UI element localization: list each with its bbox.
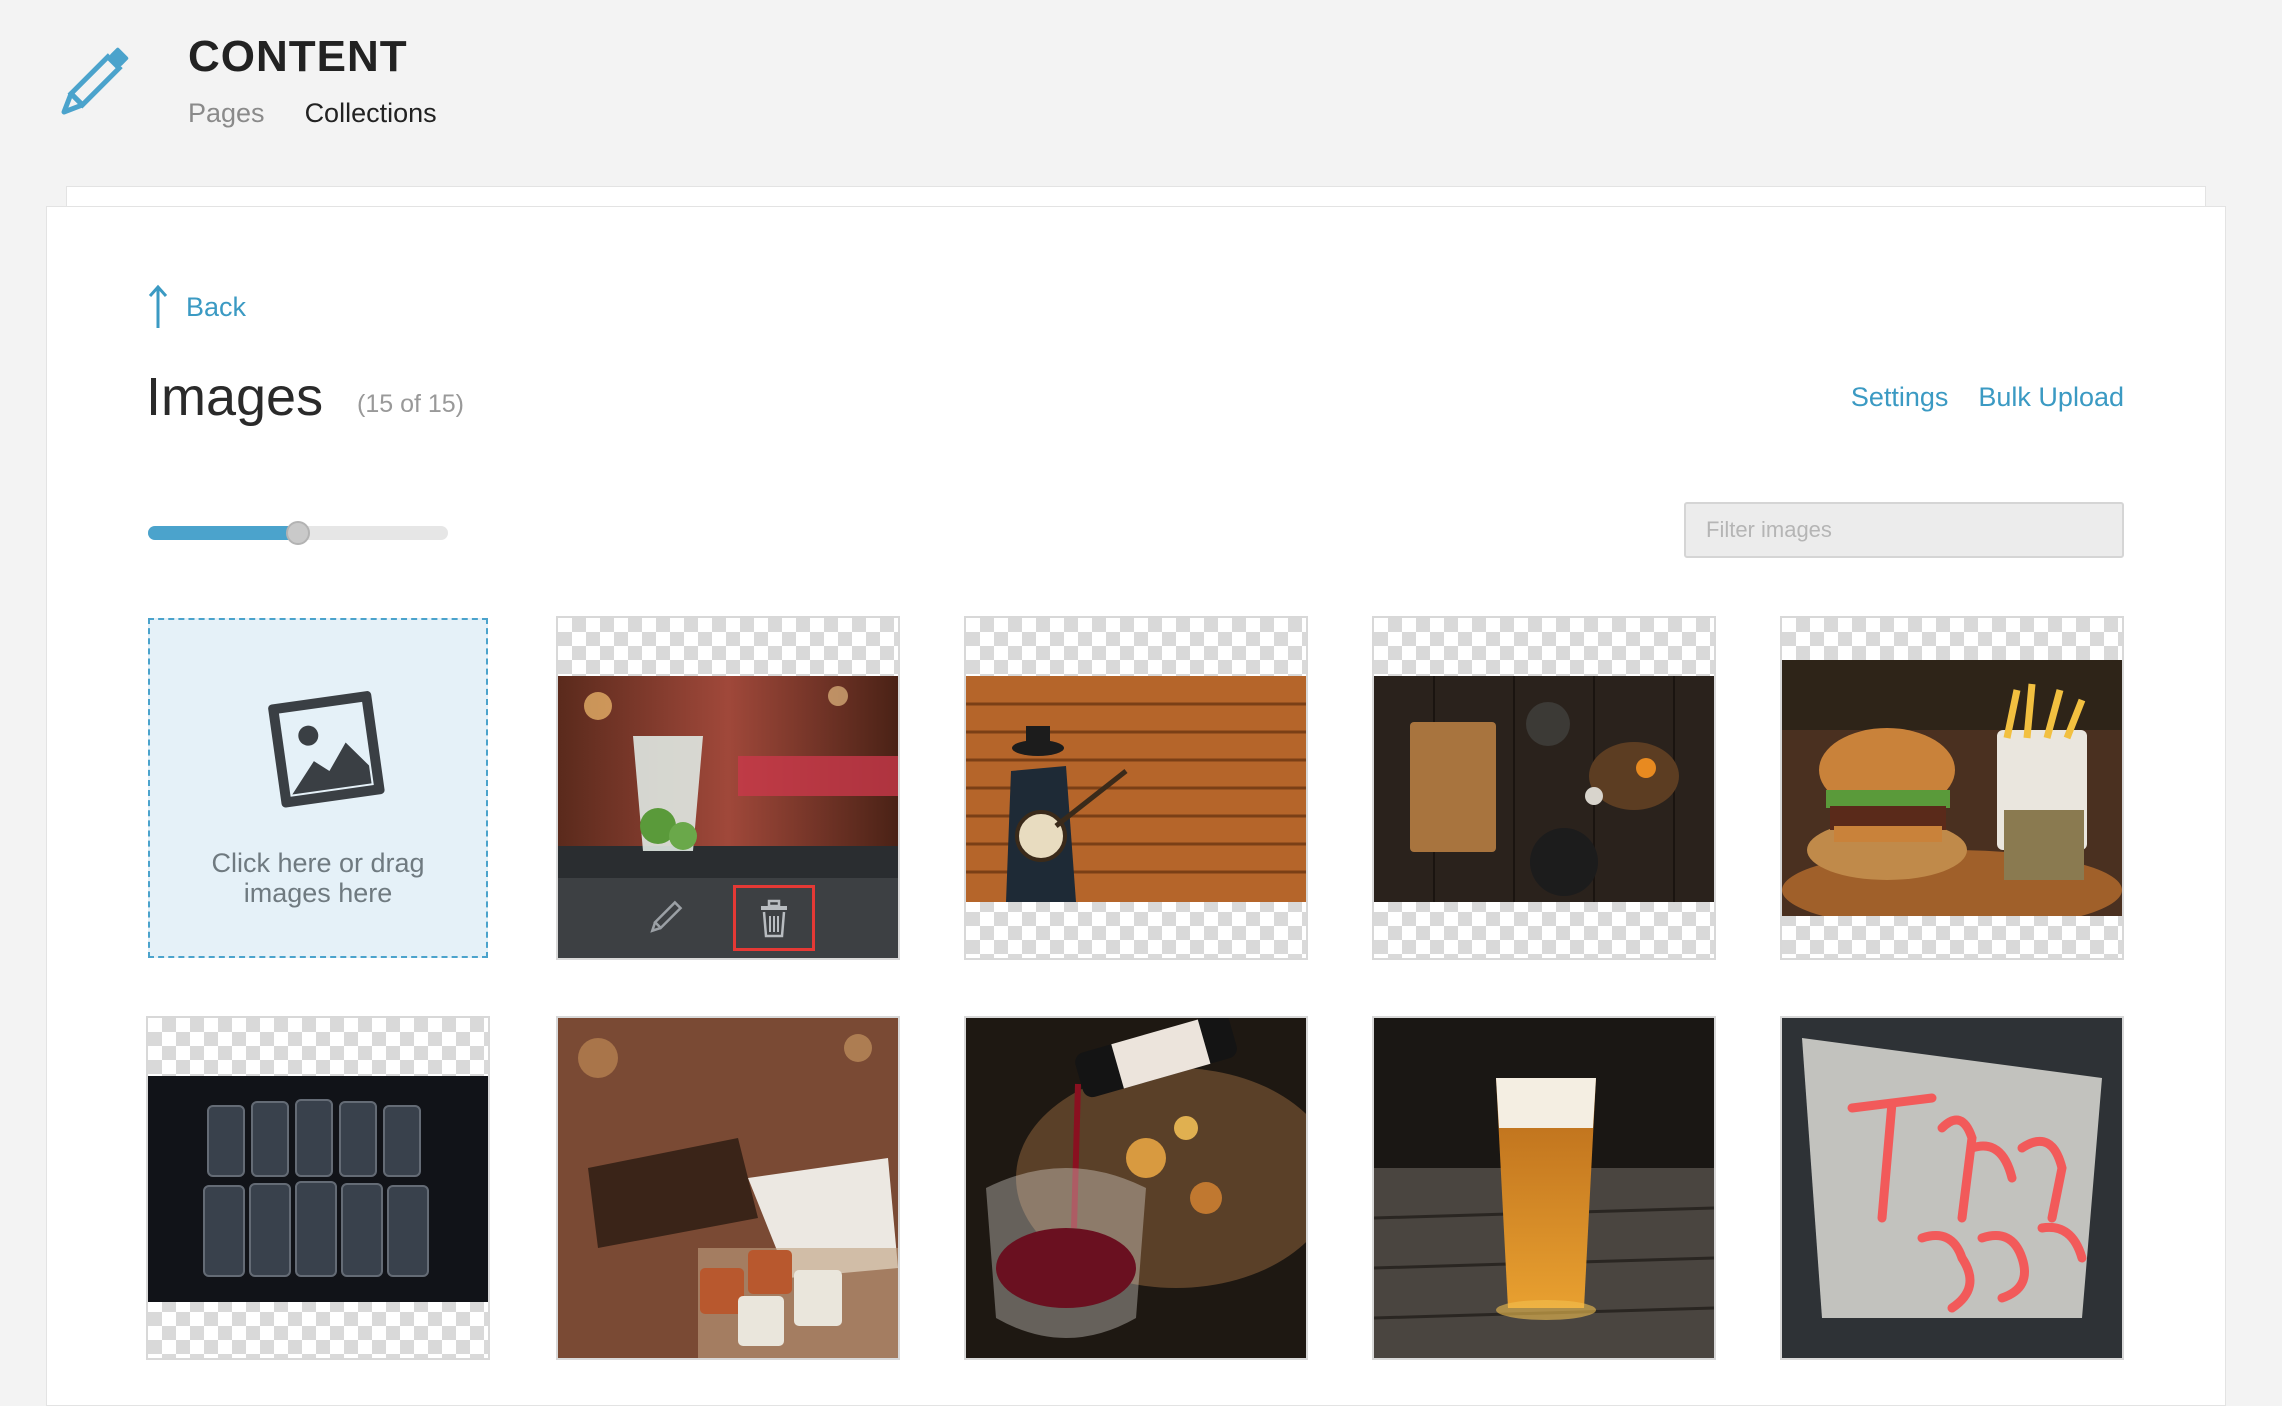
image-tile[interactable] (964, 616, 1308, 960)
image-tile[interactable] (1372, 616, 1716, 960)
image-tile[interactable] (1780, 1016, 2124, 1360)
arrow-up-icon (148, 284, 168, 328)
filter-images-input[interactable] (1684, 502, 2124, 558)
image-tile[interactable] (556, 1016, 900, 1360)
image-thumbnail-wine (966, 1018, 1306, 1358)
edit-image-button[interactable] (641, 894, 689, 942)
app-title: CONTENT (188, 32, 408, 81)
header-tabs: Pages Collections (188, 98, 437, 129)
image-thumbnail-neon (1782, 1018, 2122, 1358)
image-thumbnail-mugs (558, 1018, 898, 1358)
image-tile[interactable] (1780, 616, 2124, 960)
image-count: (15 of 15) (357, 390, 465, 418)
slider-thumb[interactable] (286, 521, 310, 545)
image-tile[interactable] (964, 1016, 1308, 1360)
bulk-upload-link[interactable]: Bulk Upload (1978, 382, 2124, 413)
page-actions: Settings Bulk Upload (1851, 382, 2124, 413)
image-tile[interactable] (146, 1016, 490, 1360)
image-thumbnail-mojito (558, 676, 898, 882)
settings-link[interactable]: Settings (1851, 382, 1949, 413)
tab-pages[interactable]: Pages (188, 98, 265, 129)
pencil-icon (650, 900, 683, 933)
back-label: Back (186, 291, 247, 322)
image-upload-icon (268, 691, 385, 808)
image-tile[interactable] (1372, 1016, 1716, 1360)
delete-image-button[interactable] (733, 885, 815, 951)
back-link[interactable]: Back (146, 284, 246, 330)
upload-dropzone[interactable]: Click here or drag images here (148, 618, 488, 958)
trash-icon (761, 899, 787, 938)
image-tile-toolbar (558, 878, 898, 958)
top-header: CONTENT Pages Collections (0, 0, 2282, 185)
slider-fill (148, 526, 298, 540)
image-tile[interactable] (556, 616, 900, 960)
pencil-icon (61, 47, 129, 115)
image-thumbnail-banjo (966, 676, 1306, 902)
page-title: Images (146, 367, 324, 427)
tab-collections[interactable]: Collections (305, 98, 437, 129)
image-thumbnail-kitchen (1374, 676, 1714, 902)
upload-instructions: Click here or drag images here (211, 848, 425, 908)
thumbnail-size-slider[interactable] (148, 521, 448, 545)
image-thumbnail-glasses (148, 1076, 488, 1302)
image-thumbnail-burger (1782, 660, 2122, 916)
image-thumbnail-beer (1374, 1018, 1714, 1358)
